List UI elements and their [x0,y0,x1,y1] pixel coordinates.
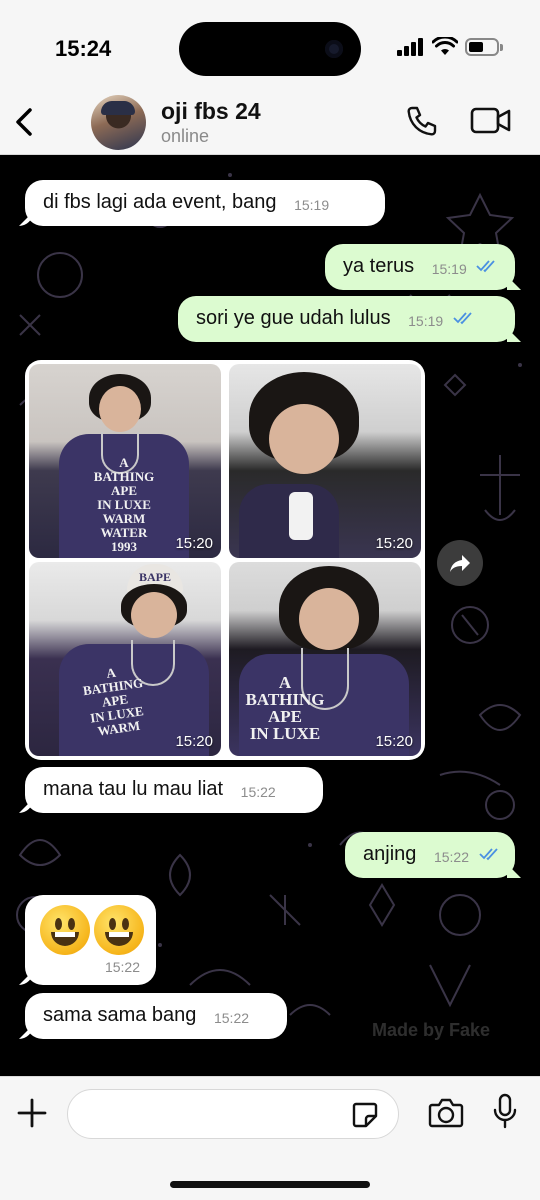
photo-time: 15:20 [175,535,213,552]
message-time: 15:22 [213,1010,250,1026]
avatar[interactable] [91,95,146,150]
album-photo[interactable]: BAPE A BATHING APE IN LUXE WARM 15:20 [29,562,221,756]
contact-name[interactable]: oji fbs 24 [161,98,261,125]
message-text: anjing [363,843,417,865]
cap-text: BAPE [138,570,171,584]
album-photo[interactable]: 15:20 [229,364,421,558]
message-text: sori ye gue udah lulus [196,307,391,329]
forward-icon [450,555,470,572]
message-input-bar [0,1076,540,1200]
message-input[interactable] [67,1089,399,1139]
grinning-emoji-icon [94,905,144,955]
battery-icon [465,38,503,56]
message-text: di fbs lagi ada event, bang [43,191,277,213]
read-receipt-icon [476,260,495,273]
wifi-icon [432,37,458,55]
message-time: 15:22 [104,959,140,975]
cellular-signal-icon [397,38,425,56]
forward-button[interactable] [437,540,483,586]
read-receipt-icon [478,848,498,861]
message-text: mana tau lu mau liat [43,778,224,800]
message-bubble-incoming[interactable]: di fbs lagi ada event, bang 15:19 [25,180,385,226]
chevron-left-icon[interactable] [10,102,40,142]
message-time: 15:19 [408,313,444,329]
photo-time: 15:20 [175,733,213,750]
contact-status: online [161,126,210,146]
message-bubble-incoming[interactable]: 15:22 [25,895,156,985]
message-text: ya terus [343,255,415,277]
album-photo[interactable]: A BATHING APE IN LUXE WARM WATER 1993 15… [29,364,221,558]
photo-time: 15:20 [375,535,413,552]
video-camera-icon[interactable] [470,106,512,136]
dynamic-island [179,22,361,76]
chat-area[interactable]: di fbs lagi ada event, bang 15:19 ya ter… [0,155,540,1076]
photo-time: 15:20 [375,733,413,750]
shirt-text: A BATHING APE IN LUXE WARM [82,664,145,739]
shirt-text: A BATHING APE IN LUXE [245,673,325,743]
photo-album[interactable]: A BATHING APE IN LUXE WARM WATER 1993 15… [25,360,425,760]
message-time: 15:19 [431,261,467,277]
message-bubble-incoming[interactable]: mana tau lu mau liat 15:22 [25,767,323,813]
album-photo[interactable]: A BATHING APE IN LUXE 15:20 [229,562,421,756]
microphone-icon[interactable] [492,1093,518,1131]
message-time: 15:22 [433,849,469,865]
message-bubble-outgoing[interactable]: sori ye gue udah lulus 15:19 [178,296,515,342]
message-bubble-outgoing[interactable]: anjing 15:22 [345,832,515,878]
shirt-text: A BATHING APE IN LUXE WARM WATER 1993 [93,455,155,554]
message-bubble-incoming[interactable]: sama sama bang 15:22 [25,993,287,1039]
camera-icon[interactable] [428,1097,464,1129]
status-time: 15:24 [55,36,112,61]
message-text: sama sama bang [43,1004,197,1026]
plus-icon[interactable] [14,1095,50,1131]
message-bubble-outgoing[interactable]: ya terus 15:19 [325,244,515,290]
home-indicator [170,1181,370,1188]
chat-header: 15:24 oji fbs 24 online [0,0,540,155]
message-time: 15:22 [240,784,276,800]
phone-icon[interactable] [405,104,439,138]
sticker-icon[interactable] [351,1101,379,1129]
read-receipt-icon [453,312,472,325]
message-time: 15:19 [294,197,330,213]
watermark: Made by Fake [372,1020,491,1040]
grinning-emoji-icon [40,905,90,955]
